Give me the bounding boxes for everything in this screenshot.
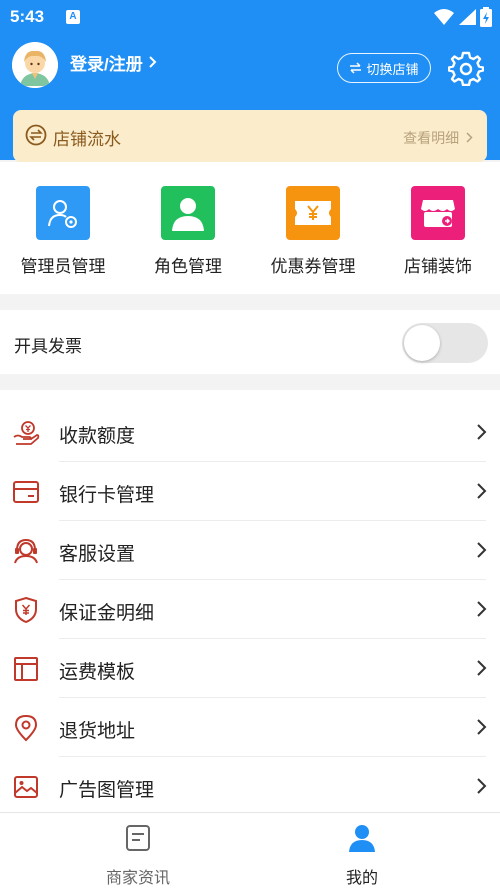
menu-item-payment-limit[interactable]: 收款额度 [0, 403, 500, 462]
view-details-link[interactable]: 查看明细 [403, 128, 473, 148]
menu-item-customer-service[interactable]: 客服设置 [0, 521, 500, 580]
ad-image-icon [14, 776, 38, 798]
chevron-right-icon [477, 483, 487, 499]
chevron-right-icon [477, 601, 487, 617]
deposit-shield-icon [15, 596, 37, 624]
chevron-right-icon [477, 542, 487, 558]
coupon-icon [286, 186, 340, 240]
menu-label: 收款额度 [59, 426, 136, 447]
chevron-right-icon [466, 132, 473, 143]
status-icons [434, 7, 492, 27]
quick-role-management[interactable]: 角色管理 [133, 186, 243, 277]
location-pin-icon [14, 714, 38, 742]
invoice-toggle[interactable] [402, 323, 488, 363]
quick-coupon-label: 优惠券管理 [270, 257, 356, 276]
tab-label: 我的 [345, 870, 378, 887]
tab-mine[interactable]: 我的 [302, 823, 422, 888]
gear-icon[interactable] [448, 50, 484, 86]
menu-list: 收款额度 银行卡管理 客服设置 保证金明细 运费模板 退货地址 广告图管理 [0, 390, 500, 812]
switch-store-button[interactable]: 切换店铺 [337, 53, 431, 83]
quick-admin-management[interactable]: 管理员管理 [8, 186, 118, 277]
quick-coupon-management[interactable]: 优惠券管理 [258, 186, 368, 277]
status-time: 5:43 [10, 7, 45, 26]
chevron-right-icon [477, 424, 487, 440]
status-bar: 5:43 A [0, 0, 500, 34]
avatar[interactable] [12, 42, 58, 88]
menu-item-deposit-details[interactable]: 保证金明细 [0, 580, 500, 639]
quick-store-decor-label: 店铺装饰 [404, 257, 472, 276]
menu-item-ad-image[interactable]: 广告图管理 [0, 757, 500, 812]
menu-label: 运费模板 [59, 662, 136, 683]
menu-label: 保证金明细 [59, 603, 155, 624]
tab-label: 商家资讯 [105, 870, 170, 887]
quick-actions: 管理员管理 角色管理 优惠券管理 店铺装饰 [0, 162, 500, 294]
quick-store-decoration[interactable]: 店铺装饰 [383, 186, 493, 277]
menu-label: 银行卡管理 [59, 485, 155, 506]
quick-admin-label: 管理员管理 [20, 257, 106, 276]
flow-exchange-icon [25, 124, 47, 146]
news-icon [126, 825, 150, 851]
menu-item-shipping-template[interactable]: 运费模板 [0, 639, 500, 698]
tab-merchant-news[interactable]: 商家资讯 [78, 823, 198, 888]
bottom-tab-bar: 商家资讯 我的 [0, 812, 500, 888]
admin-user-icon [36, 186, 90, 240]
chevron-right-icon [477, 778, 487, 794]
swap-icon [350, 62, 362, 74]
battery-icon [480, 7, 492, 27]
store-decor-icon [411, 186, 465, 240]
menu-item-bank-card[interactable]: 银行卡管理 [0, 462, 500, 521]
menu-item-return-address[interactable]: 退货地址 [0, 698, 500, 757]
chevron-right-icon [149, 56, 157, 68]
customer-service-icon [14, 538, 38, 564]
menu-label: 广告图管理 [59, 780, 155, 801]
view-details-label: 查看明细 [403, 130, 460, 146]
quick-role-label: 角色管理 [154, 257, 222, 276]
login-register-label: 登录/注册 [70, 55, 143, 74]
bank-card-icon [13, 481, 39, 503]
switch-store-label: 切换店铺 [366, 61, 419, 77]
role-person-icon [161, 186, 215, 240]
store-flow-title: 店铺流水 [53, 130, 121, 149]
signal-icon [459, 9, 476, 25]
login-register-link[interactable]: 登录/注册 [70, 50, 157, 75]
chevron-right-icon [477, 660, 487, 676]
menu-label: 退货地址 [59, 721, 136, 742]
menu-label: 客服设置 [59, 544, 136, 565]
invoice-row: 开具发票 [0, 310, 500, 374]
payment-limit-icon [13, 421, 40, 445]
chevron-right-icon [477, 719, 487, 735]
wifi-icon [434, 9, 454, 25]
invoice-label: 开具发票 [14, 337, 82, 356]
profile-icon [349, 825, 375, 852]
shipping-template-icon [14, 657, 38, 681]
notification-icon: A [66, 10, 80, 24]
toggle-knob [404, 325, 440, 361]
store-flow-card[interactable]: 店铺流水 查看明细 [13, 110, 487, 162]
